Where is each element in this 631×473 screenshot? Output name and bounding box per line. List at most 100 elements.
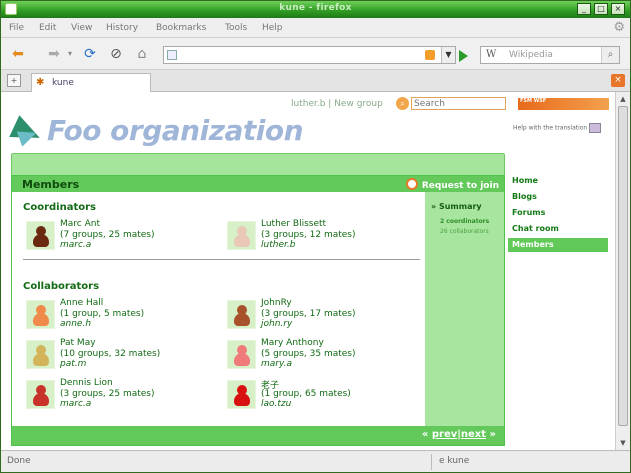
member-username: mary.a bbox=[261, 359, 292, 369]
new-tab-icon[interactable]: + bbox=[7, 74, 21, 87]
member-name[interactable]: Pat May bbox=[60, 338, 96, 348]
close-tab-icon[interactable]: × bbox=[611, 74, 625, 87]
member-stats: (1 group, 5 mates) bbox=[60, 309, 145, 319]
avatar-body bbox=[33, 234, 49, 247]
browser-window: kune - firefox _ □ × File Edit View Hist… bbox=[0, 0, 631, 473]
member-name[interactable]: Dennis Lion bbox=[60, 378, 113, 388]
member-name[interactable]: Mary Anthony bbox=[261, 338, 324, 348]
member-stats: (10 groups, 32 mates) bbox=[60, 349, 161, 359]
member-name[interactable]: Luther Blissett bbox=[261, 219, 326, 229]
nav-forums[interactable]: Forums bbox=[508, 206, 608, 220]
menu-edit[interactable]: Edit bbox=[39, 23, 56, 33]
member-card[interactable]: Anne Hall (1 group, 5 mates) anne.h bbox=[23, 298, 213, 331]
nav-members[interactable]: Members bbox=[508, 238, 608, 252]
site-search: ⌕ bbox=[396, 97, 508, 111]
window-title: kune - firefox bbox=[279, 3, 352, 13]
member-card[interactable]: Luther Blissett (3 groups, 12 mates) lut… bbox=[224, 219, 414, 252]
close-window-button[interactable]: × bbox=[611, 3, 625, 15]
reload-icon[interactable]: ⟳ bbox=[79, 44, 101, 64]
maximize-button[interactable]: □ bbox=[594, 3, 608, 15]
avatar-body bbox=[33, 393, 49, 406]
user-links-separator: | bbox=[325, 99, 335, 109]
vertical-scrollbar[interactable]: ▲ ▼ bbox=[615, 92, 630, 450]
url-dropdown-icon[interactable]: ▼ bbox=[441, 47, 455, 63]
search-engine-box[interactable]: W Wikipedia ⌕ bbox=[480, 46, 620, 64]
menu-view[interactable]: View bbox=[71, 23, 92, 33]
member-card[interactable]: 老子 (1 group, 65 mates) lao.tzu bbox=[224, 378, 414, 411]
member-card[interactable]: Pat May (10 groups, 32 mates) pat.m bbox=[23, 338, 213, 371]
avatar bbox=[26, 380, 55, 409]
scroll-down-icon[interactable]: ▼ bbox=[617, 437, 629, 449]
avatar bbox=[227, 221, 256, 250]
nav-chat-room[interactable]: Chat room bbox=[508, 222, 608, 236]
member-name[interactable]: JohnRy bbox=[261, 298, 292, 308]
member-username: pat.m bbox=[60, 359, 87, 369]
nav-blogs[interactable]: Blogs bbox=[508, 190, 608, 204]
avatar bbox=[26, 221, 55, 250]
avatar-body bbox=[234, 393, 250, 406]
nav-home[interactable]: Home bbox=[508, 174, 608, 188]
member-card[interactable]: Marc Ant (7 groups, 25 mates) marc.a bbox=[23, 219, 213, 252]
next-link[interactable]: next bbox=[461, 429, 486, 440]
menu-tools[interactable]: Tools bbox=[225, 23, 247, 33]
navigation-toolbar: ⬅ ➡ ▾ ⟳ ⊘ ⌂ ▼ W Wikipedia ⌕ bbox=[1, 38, 630, 70]
avatar-body bbox=[33, 353, 49, 366]
search-icon[interactable]: ⌕ bbox=[601, 47, 619, 63]
summary-panel: » Summary 2 coordinators 26 collaborator… bbox=[425, 192, 504, 426]
avatar bbox=[227, 300, 256, 329]
url-bar[interactable]: ▼ bbox=[163, 46, 456, 64]
scroll-up-icon[interactable]: ▲ bbox=[617, 93, 629, 105]
new-group-link[interactable]: New group bbox=[334, 99, 383, 109]
collaborators-heading: Collaborators bbox=[23, 281, 100, 292]
members-title: Members bbox=[22, 178, 80, 191]
pager: « prev|next » bbox=[422, 429, 496, 440]
member-name[interactable]: Anne Hall bbox=[60, 298, 103, 308]
rss-icon[interactable] bbox=[425, 50, 435, 60]
member-username: john.ry bbox=[261, 319, 293, 329]
menu-history[interactable]: History bbox=[106, 23, 138, 33]
user-link[interactable]: luther.b bbox=[291, 99, 325, 109]
site-icon bbox=[167, 50, 177, 60]
summary-coordinators[interactable]: 2 coordinators bbox=[440, 218, 489, 225]
help-translation-text: Help with the translation bbox=[513, 124, 588, 132]
member-card[interactable]: Dennis Lion (3 groups, 25 mates) marc.a bbox=[23, 378, 213, 411]
site-search-input[interactable] bbox=[411, 97, 506, 110]
avatar bbox=[26, 300, 55, 329]
avatar-body bbox=[234, 353, 250, 366]
member-card[interactable]: Mary Anthony (5 groups, 35 mates) mary.a bbox=[224, 338, 414, 371]
fsm-wsf-badge[interactable]: FSM WSF bbox=[518, 98, 609, 110]
back-button[interactable]: ⬅ bbox=[7, 44, 29, 64]
member-username: luther.b bbox=[261, 240, 296, 250]
member-stats: (5 groups, 35 mates) bbox=[261, 349, 356, 359]
prev-link[interactable]: prev bbox=[432, 429, 457, 440]
summary-collaborators[interactable]: 26 collaborators bbox=[440, 228, 489, 235]
go-button[interactable] bbox=[459, 50, 468, 62]
forward-button[interactable]: ➡ bbox=[43, 44, 65, 64]
request-join-icon bbox=[405, 178, 418, 190]
member-card[interactable]: JohnRy (3 groups, 17 mates) john.ry bbox=[224, 298, 414, 331]
menu-bookmarks[interactable]: Bookmarks bbox=[156, 23, 206, 33]
request-join-button[interactable]: Request to join bbox=[405, 178, 499, 191]
minimize-button[interactable]: _ bbox=[577, 3, 591, 15]
section-divider bbox=[23, 259, 420, 260]
scroll-thumb[interactable] bbox=[618, 106, 628, 426]
history-dropdown-icon[interactable]: ▾ bbox=[65, 44, 75, 64]
stop-icon[interactable]: ⊘ bbox=[105, 44, 127, 64]
help-translation-link[interactable]: Help with the translation bbox=[513, 123, 602, 133]
tab-kune[interactable]: ✱ kune bbox=[31, 73, 151, 92]
member-username: marc.a bbox=[60, 240, 92, 250]
member-stats: (1 group, 65 mates) bbox=[261, 389, 351, 399]
menu-help[interactable]: Help bbox=[262, 23, 283, 33]
home-icon[interactable]: ⌂ bbox=[131, 44, 153, 64]
title-bar: kune - firefox _ □ × bbox=[1, 1, 630, 18]
member-stats: (3 groups, 25 mates) bbox=[60, 389, 155, 399]
menu-file[interactable]: File bbox=[9, 23, 24, 33]
pager-prefix: « bbox=[421, 429, 429, 440]
member-stats: (7 groups, 25 mates) bbox=[60, 230, 155, 240]
member-name[interactable]: Marc Ant bbox=[60, 219, 100, 229]
user-links: luther.b | New group bbox=[291, 99, 383, 109]
avatar bbox=[26, 340, 55, 369]
summary-link[interactable]: » Summary bbox=[431, 202, 482, 211]
gear-icon[interactable]: ⚙ bbox=[613, 20, 625, 35]
site-search-icon[interactable]: ⌕ bbox=[396, 97, 409, 110]
